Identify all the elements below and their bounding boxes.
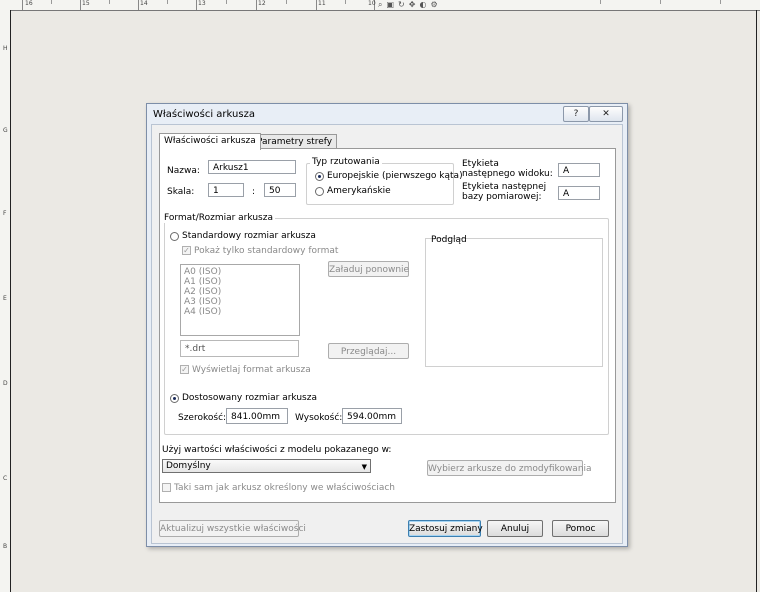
ruler-tick: [80, 0, 81, 10]
height-field[interactable]: 594.00mm: [342, 408, 402, 424]
preview-pane: [425, 238, 603, 367]
format-file-field[interactable]: *.drt: [180, 340, 299, 357]
ruler-minor-tick: [51, 0, 52, 4]
format-group-title: Format/Rozmiar arkusza: [162, 213, 275, 223]
ruler-letter: B: [3, 543, 8, 550]
ruler-minor-tick: [600, 0, 601, 4]
ruler-number: 13: [198, 0, 206, 7]
pan-icon[interactable]: ✥: [409, 0, 416, 9]
next-datum-label: Etykieta następnej bazy pomiarowej:: [462, 182, 547, 202]
settings-icon[interactable]: ⚙: [430, 0, 437, 9]
scale-label: Skala:: [167, 187, 195, 197]
radio-american[interactable]: [315, 187, 324, 196]
name-label: Nazwa:: [167, 166, 200, 176]
ruler-tick: [256, 0, 257, 10]
ruler-minor-tick: [286, 0, 287, 4]
same-sheet-checkbox[interactable]: [162, 483, 171, 492]
apply-button[interactable]: Zastosuj zmiany: [408, 520, 483, 537]
radio-standard-size[interactable]: [170, 232, 179, 241]
width-field[interactable]: 841.00mm: [226, 408, 288, 424]
projection-group: [306, 163, 454, 205]
radio-custom-size[interactable]: [170, 394, 179, 403]
reload-button[interactable]: Załaduj ponownie: [328, 261, 409, 277]
ruler-minor-tick: [720, 0, 721, 4]
model-combo-value: Domyślny: [166, 461, 211, 471]
ruler-letter: F: [3, 210, 7, 217]
model-label: Użyj wartości właściwości z modelu pokaz…: [162, 445, 392, 455]
scale-numerator-field[interactable]: 1: [208, 183, 244, 197]
ruler-minor-tick: [109, 0, 110, 4]
view-icon[interactable]: ▣: [386, 0, 394, 9]
chevron-down-icon: ▼: [361, 463, 367, 471]
height-label: Wysokość:: [295, 413, 343, 423]
next-datum-field[interactable]: A: [558, 186, 600, 200]
list-item[interactable]: A1 (ISO): [184, 277, 221, 287]
tab-panel: Nazwa: Arkusz1 Skala: 1 : 50 Typ rzutowa…: [159, 148, 616, 503]
american-label[interactable]: Amerykańskie: [327, 186, 391, 196]
list-item[interactable]: A4 (ISO): [184, 307, 221, 317]
ruler-number: 16: [25, 0, 33, 7]
ruler-minor-tick: [226, 0, 227, 4]
list-item[interactable]: A3 (ISO): [184, 297, 221, 307]
ruler-number: 11: [318, 0, 326, 7]
preview-title: Podgląd: [431, 235, 467, 245]
sheet-border: [756, 10, 757, 592]
list-item[interactable]: A2 (ISO): [184, 287, 221, 297]
close-icon: ✕: [602, 109, 610, 119]
ruler-number: 14: [140, 0, 148, 7]
radio-european[interactable]: [315, 172, 324, 181]
ruler-letter: G: [3, 127, 8, 134]
ruler-minor-tick: [167, 0, 168, 4]
ruler-letter: H: [3, 45, 8, 52]
show-standard-only-label: Pokaż tylko standardowy format: [194, 246, 339, 256]
vertical-ruler: H G F E D C B: [0, 10, 11, 592]
display-format-checkbox[interactable]: ✓: [180, 365, 189, 374]
zoom-icon[interactable]: ⌕: [378, 0, 382, 9]
standard-size-label[interactable]: Standardowy rozmiar arkusza: [182, 231, 316, 241]
dialog-title: Właściwości arkusza: [153, 109, 255, 120]
ruler-tick: [196, 0, 197, 10]
next-view-label: Etykieta następnego widoku:: [462, 159, 553, 179]
ruler-number: 10: [368, 0, 376, 7]
close-title-button[interactable]: ✕: [589, 106, 623, 122]
next-view-field[interactable]: A: [558, 163, 600, 177]
model-combo[interactable]: Domyślny ▼: [162, 459, 371, 473]
tab-zone-parameters[interactable]: Parametry strefy: [252, 134, 338, 149]
help-title-button[interactable]: ?: [563, 106, 589, 122]
update-all-button[interactable]: Aktualizuj wszystkie właściwości: [159, 520, 306, 537]
show-standard-only-checkbox[interactable]: ✓: [182, 246, 191, 255]
ruler-number: 12: [258, 0, 266, 7]
same-sheet-label: Taki sam jak arkusz określony we właściw…: [174, 483, 395, 493]
scale-denominator-field[interactable]: 50: [264, 183, 296, 197]
european-label[interactable]: Europejskie (pierwszego kąta): [327, 171, 463, 181]
ruler-minor-tick: [660, 0, 661, 4]
width-label: Szerokość:: [178, 413, 227, 423]
help-button[interactable]: Pomoc: [552, 520, 609, 537]
scale-separator: :: [252, 187, 256, 197]
ruler-minor-tick: [345, 0, 346, 4]
ruler-letter: E: [3, 295, 7, 302]
heads-up-toolbar: ⌕ ▣ ↻ ✥ ◐ ⚙: [378, 0, 438, 9]
ruler-number: 15: [82, 0, 90, 7]
display-format-label: Wyświetlaj format arkusza: [192, 365, 311, 375]
sheet-properties-dialog: Właściwości arkusza ? ✕ Właściwości arku…: [146, 103, 628, 547]
custom-size-label[interactable]: Dostosowany rozmiar arkusza: [182, 393, 317, 403]
cancel-button[interactable]: Anuluj: [487, 520, 543, 537]
ruler-letter: D: [3, 380, 8, 387]
ruler-tick: [138, 0, 139, 10]
browse-button[interactable]: Przeglądaj...: [328, 343, 409, 359]
rotate-icon[interactable]: ↻: [398, 0, 405, 9]
tab-sheet-properties[interactable]: Właściwości arkusza: [159, 133, 261, 150]
projection-group-title: Typ rzutowania: [310, 157, 382, 167]
ruler-letter: C: [3, 475, 8, 482]
sheet-size-list[interactable]: A0 (ISO) A1 (ISO) A2 (ISO) A3 (ISO) A4 (…: [180, 264, 300, 336]
display-icon[interactable]: ◐: [419, 0, 426, 9]
ruler-tick: [316, 0, 317, 10]
ruler-tick: [22, 0, 23, 10]
select-sheets-button[interactable]: Wybierz arkusze do zmodyfikowania: [427, 460, 592, 476]
name-field[interactable]: Arkusz1: [208, 160, 296, 174]
dialog-body: Właściwości arkusza Parametry strefy Naz…: [151, 124, 623, 544]
list-item[interactable]: A0 (ISO): [184, 267, 221, 277]
